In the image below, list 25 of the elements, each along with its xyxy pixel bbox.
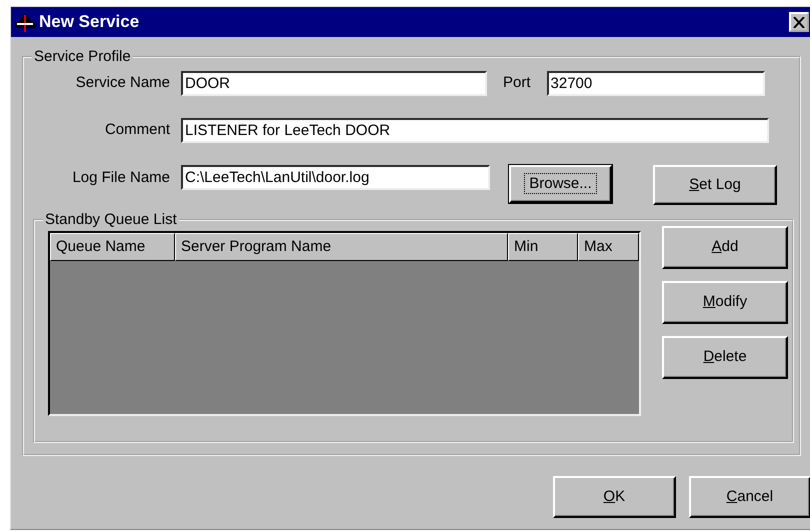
field-label: Port <box>503 73 531 94</box>
column-header[interactable]: Queue Name <box>50 233 175 261</box>
column-header[interactable]: Server Program Name <box>175 233 508 261</box>
port-field[interactable]: 32700 <box>546 71 765 96</box>
close-button[interactable] <box>789 12 809 32</box>
browse-button[interactable]: Browse... <box>509 165 612 203</box>
column-header[interactable]: Max <box>578 233 639 261</box>
field-label: Service Name <box>74 73 170 94</box>
set-log-button[interactable]: Set Log <box>653 165 777 205</box>
delete-button[interactable]: Delete <box>662 336 788 379</box>
group-title: Service Profile <box>33 48 132 66</box>
comment-field[interactable]: LISTENER for LeeTech DOOR <box>181 118 769 143</box>
service-name-field[interactable]: DOOR <box>181 71 487 96</box>
window-title: New Service <box>39 11 140 34</box>
field-label: Log File Name <box>71 168 170 188</box>
ok-button[interactable]: OK <box>553 476 676 518</box>
app-icon <box>14 12 36 32</box>
field-label: Comment <box>104 120 170 140</box>
close-icon <box>793 16 805 28</box>
column-header[interactable]: Min <box>508 233 578 261</box>
modify-button[interactable]: Modify <box>662 281 788 324</box>
group-title: Standby Queue List <box>44 211 178 229</box>
add-button[interactable]: Add <box>662 226 788 269</box>
log-file-field[interactable]: C:\LeeTech\LanUtil\door.log <box>181 165 490 190</box>
cancel-button[interactable]: Cancel <box>688 476 810 518</box>
